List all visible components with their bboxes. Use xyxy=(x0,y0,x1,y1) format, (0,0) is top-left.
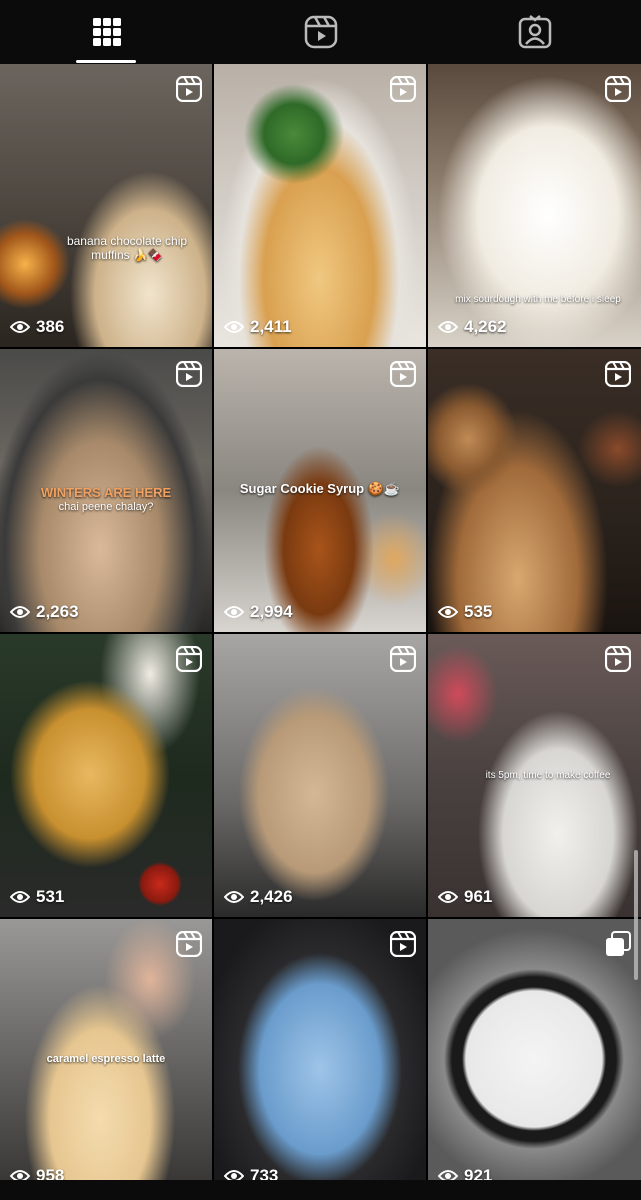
eye-icon xyxy=(224,606,244,618)
post-caption: mix sourdough with me before i sleep xyxy=(455,294,621,305)
post-tile[interactable]: mix sourdough with me before i sleep 4,2… xyxy=(428,64,641,347)
view-count-value: 2,426 xyxy=(250,887,293,906)
scrollbar-thumb[interactable] xyxy=(634,850,638,980)
post-tile[interactable]: WINTERS ARE HERE chai peene chalay? 2,26… xyxy=(0,349,212,632)
view-count-value: 4,262 xyxy=(464,317,507,336)
eye-icon xyxy=(438,891,458,903)
post-tile[interactable]: 531 xyxy=(0,634,212,917)
reel-indicator-icon xyxy=(605,646,631,672)
post-tile[interactable]: 921 xyxy=(428,919,641,1180)
post-tile[interactable]: Sugar Cookie Syrup 🍪☕ 2,994 xyxy=(214,349,426,632)
view-count: 2,426 xyxy=(224,887,293,907)
view-count-value: 958 xyxy=(36,1166,65,1180)
reels-icon xyxy=(304,15,337,49)
view-count: 961 xyxy=(438,887,492,907)
view-count: 2,411 xyxy=(224,317,292,337)
post-thumbnail xyxy=(214,919,426,1180)
posts-grid: banana chocolate chip muffins 🍌🍫 386 2,4… xyxy=(0,64,641,1180)
reel-indicator-icon xyxy=(390,76,416,102)
eye-icon xyxy=(438,1170,458,1180)
view-count: 531 xyxy=(10,887,64,907)
view-count: 2,263 xyxy=(10,602,79,622)
active-tab-indicator xyxy=(76,60,136,63)
bottom-bar xyxy=(0,1180,641,1200)
post-tile[interactable]: caramel espresso latte 958 xyxy=(0,919,212,1180)
view-count-value: 531 xyxy=(36,887,65,906)
post-thumbnail xyxy=(214,634,426,917)
eye-icon xyxy=(10,606,30,618)
post-caption: caramel espresso latte xyxy=(46,1053,166,1065)
post-tile[interactable]: its 5pm, time to make coffee 961 xyxy=(428,634,641,917)
view-count-value: 733 xyxy=(250,1166,279,1180)
eye-icon xyxy=(224,1170,244,1180)
tab-posts-grid[interactable] xyxy=(0,0,213,64)
view-count: 733 xyxy=(224,1166,278,1180)
post-tile[interactable]: banana chocolate chip muffins 🍌🍫 386 xyxy=(0,64,212,347)
tab-reels[interactable] xyxy=(214,0,427,64)
post-caption: Sugar Cookie Syrup 🍪☕ xyxy=(239,481,401,496)
grid-icon xyxy=(92,18,121,46)
reel-indicator-icon xyxy=(176,931,202,957)
eye-icon xyxy=(10,1170,30,1180)
reel-indicator-icon xyxy=(390,931,416,957)
post-thumbnail xyxy=(214,64,426,347)
reel-indicator-icon xyxy=(176,76,202,102)
post-thumbnail xyxy=(0,634,212,917)
view-count-value: 2,263 xyxy=(36,602,79,621)
post-caption-title: WINTERS ARE HERE xyxy=(40,485,172,500)
post-thumbnail xyxy=(428,349,641,632)
eye-icon xyxy=(438,606,458,618)
eye-icon xyxy=(10,891,30,903)
post-caption: chai peene chalay? xyxy=(58,501,154,513)
post-caption: its 5pm, time to make coffee xyxy=(485,770,611,781)
reel-indicator-icon xyxy=(176,361,202,387)
eye-icon xyxy=(224,891,244,903)
post-thumbnail xyxy=(428,919,641,1180)
view-count: 921 xyxy=(438,1166,492,1180)
view-count: 386 xyxy=(10,317,64,337)
view-count: 958 xyxy=(10,1166,64,1180)
view-count-value: 921 xyxy=(464,1166,493,1180)
post-thumbnail xyxy=(0,64,212,347)
reel-indicator-icon xyxy=(176,646,202,672)
eye-icon xyxy=(224,321,244,333)
eye-icon xyxy=(438,321,458,333)
eye-icon xyxy=(10,321,30,333)
view-count-value: 386 xyxy=(36,317,65,336)
tagged-icon xyxy=(518,15,551,49)
carousel-indicator-icon xyxy=(606,931,631,956)
view-count: 4,262 xyxy=(438,317,507,337)
view-count-value: 2,411 xyxy=(250,317,292,336)
view-count: 535 xyxy=(438,602,492,622)
post-caption: banana chocolate chip muffins 🍌🍫 xyxy=(66,234,188,263)
post-thumbnail xyxy=(0,919,212,1180)
reel-indicator-icon xyxy=(605,76,631,102)
post-tile[interactable]: 535 xyxy=(428,349,641,632)
post-tile[interactable]: 2,426 xyxy=(214,634,426,917)
view-count-value: 2,994 xyxy=(250,602,293,621)
reel-indicator-icon xyxy=(390,646,416,672)
post-tile[interactable]: 733 xyxy=(214,919,426,1180)
profile-tab-bar xyxy=(0,0,641,64)
view-count-value: 535 xyxy=(464,602,493,621)
tab-tagged[interactable] xyxy=(428,0,641,64)
reel-indicator-icon xyxy=(390,361,416,387)
reel-indicator-icon xyxy=(605,361,631,387)
view-count: 2,994 xyxy=(224,602,293,622)
post-tile[interactable]: 2,411 xyxy=(214,64,426,347)
view-count-value: 961 xyxy=(464,887,493,906)
